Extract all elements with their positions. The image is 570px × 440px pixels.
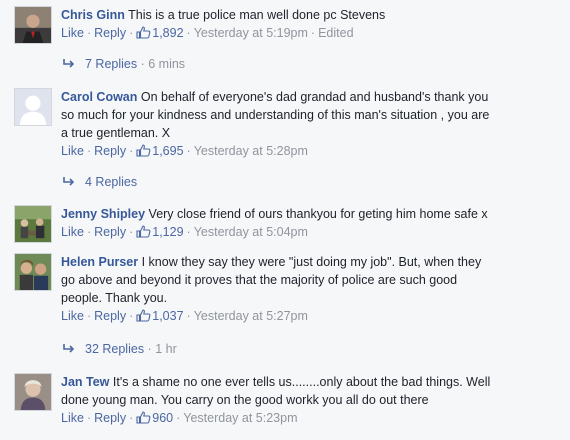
like-button[interactable]: Like [61,26,84,40]
avatar[interactable] [14,205,52,243]
thumbs-up-icon[interactable] [136,411,151,424]
comment-timestamp[interactable]: Yesterday at 5:19pm [194,26,308,40]
like-count[interactable]: 960 [152,411,173,425]
replies-count[interactable]: 7 Replies [85,57,137,71]
view-replies-link[interactable]: 7 Replies · 6 mins [62,56,185,72]
comment-text-line: so much for your kindness and understand… [61,108,490,122]
reply-button[interactable]: Reply [94,144,126,158]
comment: Carol Cowan On behalf of everyone's dad … [14,88,564,168]
avatar[interactable] [14,373,52,411]
like-count[interactable]: 1,892 [152,26,183,40]
comment-timestamp[interactable]: Yesterday at 5:23pm [183,411,297,425]
comment-actions: Like · Reply · 1,037 · Yesterday at 5:27pm [61,309,308,323]
comment-text-line: people. Thank you. [61,291,168,305]
like-button[interactable]: Like [61,411,84,425]
like-button[interactable]: Like [61,225,84,239]
profile-photo [15,254,51,290]
replies-time: 6 mins [148,57,186,71]
comment-text: This is a true police man well done pc S… [128,8,386,22]
avatar[interactable] [14,6,52,44]
comment: Jan Tew It's a shame no one ever tells u… [14,373,564,433]
reply-button[interactable]: Reply [94,411,126,425]
reply-button[interactable]: Reply [94,309,126,323]
view-replies-link[interactable]: 32 Replies · 1 hr [62,341,177,357]
comment-text-line: On behalf of everyone's dad grandad and … [140,90,489,104]
like-count[interactable]: 1,129 [152,225,183,239]
comment-timestamp[interactable]: Yesterday at 5:04pm [194,225,308,239]
like-button[interactable]: Like [61,309,84,323]
comment-actions: Like · Reply · 1,129 · Yesterday at 5:04pm [61,225,308,239]
comment-actions: Like · Reply · 1,695 · Yesterday at 5:28pm [61,144,308,158]
like-count[interactable]: 1,695 [152,144,183,158]
like-button[interactable]: Like [61,144,84,158]
reply-arrow-icon [63,59,75,68]
comment-author[interactable]: Helen Purser [61,255,138,269]
replies-time: 1 hr [155,342,177,356]
reply-button[interactable]: Reply [94,225,126,239]
thumbs-up-icon[interactable] [136,309,151,322]
comment-timestamp[interactable]: Yesterday at 5:28pm [194,144,308,158]
comment-actions: Like · Reply · 960 · Yesterday at 5:23pm [61,411,298,425]
edited-label[interactable]: Edited [318,26,353,40]
replies-count[interactable]: 32 Replies [85,342,144,356]
comment-text-line: go above and beyond it proves that the m… [61,273,458,287]
comment-text-line: done young man. You carry on the good wo… [61,393,429,407]
comment-text-line: It's a shame no one ever tells us.......… [112,375,491,389]
thumbs-up-icon[interactable] [136,144,151,157]
thumbs-up-icon[interactable] [136,26,151,39]
like-count[interactable]: 1,037 [152,309,183,323]
profile-photo [15,206,51,242]
comment-author[interactable]: Carol Cowan [61,90,137,104]
profile-photo [15,374,51,410]
default-avatar-icon [15,89,51,125]
comment-author[interactable]: Chris Ginn [61,8,125,22]
thumbs-up-icon[interactable] [136,225,151,238]
reply-arrow-icon [63,177,75,186]
comment: Jenny Shipley Very close friend of ours … [14,205,564,245]
comment-text-line: a true gentleman. X [61,126,171,140]
reply-button[interactable]: Reply [94,26,126,40]
comment-author[interactable]: Jenny Shipley [61,207,145,221]
avatar[interactable] [14,88,52,126]
comment-text-line: I know they say they were "just doing my… [141,255,482,269]
reply-arrow-icon [63,344,75,353]
replies-count[interactable]: 4 Replies [85,175,137,189]
comment-actions: Like · Reply · 1,892 · Yesterday at 5:19pm · Edi… [61,26,354,40]
comment-author[interactable]: Jan Tew [61,375,109,389]
comment-timestamp[interactable]: Yesterday at 5:27pm [194,309,308,323]
profile-photo [15,7,51,43]
avatar[interactable] [14,253,52,291]
view-replies-link[interactable]: 4 Replies [62,174,137,190]
comment: Helen Purser I know they say they were "… [14,253,564,333]
comment-text: Very close friend of ours thankyou for g… [148,207,488,221]
comment: Chris Ginn This is a true police man wel… [14,6,564,46]
